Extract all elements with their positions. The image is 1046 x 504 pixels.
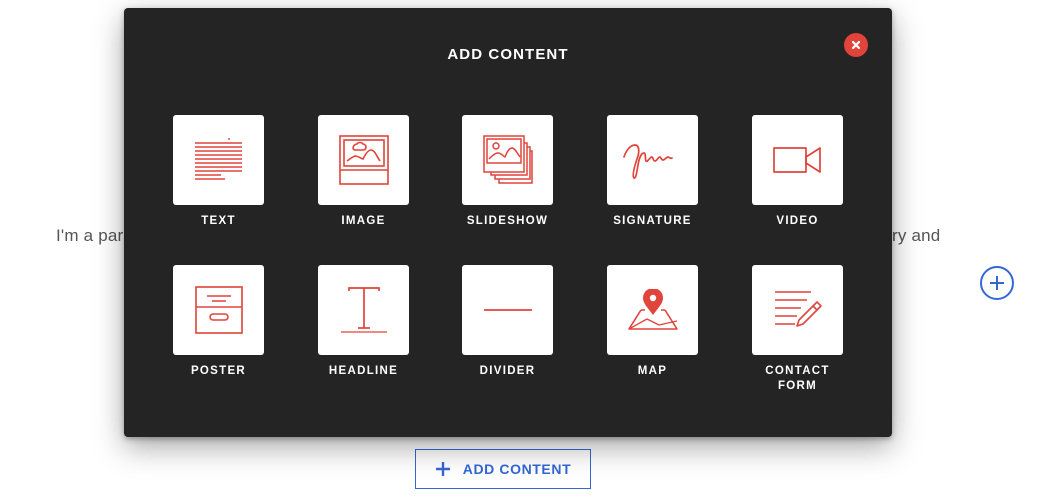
plus-icon: [990, 276, 1004, 290]
tile-slideshow[interactable]: SLIDESHOW: [462, 115, 553, 229]
tile-label: POSTER: [190, 365, 247, 377]
image-icon: [338, 135, 389, 185]
tile-contact-form[interactable]: CONTACT FORM: [752, 265, 843, 394]
close-icon: [851, 40, 861, 50]
tile-card[interactable]: [462, 115, 553, 205]
tile-card[interactable]: [752, 265, 843, 355]
add-content-modal: ADD CONTENT TEXT IMAGE SLIDESHOW SIGNATU…: [124, 8, 892, 437]
tile-video[interactable]: VIDEO: [752, 115, 843, 229]
tile-divider[interactable]: DIVIDER: [462, 265, 553, 379]
tile-label: CONTACT FORM: [765, 365, 830, 392]
background-paragraph-left: I'm a par: [56, 226, 124, 245]
tile-label: DIVIDER: [479, 365, 536, 377]
tile-label: VIDEO: [776, 215, 819, 227]
divider-icon: [483, 309, 532, 311]
signature-icon: [622, 144, 673, 179]
slideshow-icon: [482, 135, 533, 184]
tile-text[interactable]: TEXT: [173, 115, 264, 229]
tile-card[interactable]: [318, 265, 409, 355]
tile-card[interactable]: [318, 115, 409, 205]
plus-icon: [435, 462, 450, 476]
headline-icon: [340, 287, 387, 333]
map-icon: [627, 289, 678, 330]
background-paragraph-right: ry and: [892, 226, 941, 245]
add-content-button-label: ADD CONTENT: [462, 461, 572, 477]
tile-map[interactable]: MAP: [607, 265, 698, 379]
tile-label: SLIDESHOW: [466, 215, 549, 227]
tile-label: SIGNATURE: [613, 215, 692, 227]
close-button[interactable]: [844, 33, 868, 57]
tile-poster[interactable]: POSTER: [173, 265, 264, 379]
tile-signature[interactable]: SIGNATURE: [607, 115, 698, 229]
tile-headline[interactable]: HEADLINE: [318, 265, 409, 379]
poster-icon: [194, 286, 243, 334]
modal-title: ADD CONTENT: [447, 46, 569, 63]
add-section-button[interactable]: [980, 266, 1014, 300]
tile-label: HEADLINE: [328, 365, 399, 377]
tile-label: MAP: [637, 365, 668, 377]
tile-image[interactable]: IMAGE: [318, 115, 409, 229]
tile-label: IMAGE: [341, 215, 386, 227]
contact-form-icon: [774, 291, 822, 327]
tile-card[interactable]: [752, 115, 843, 205]
text-icon: [194, 138, 242, 180]
tile-card[interactable]: [173, 115, 264, 205]
video-icon: [772, 147, 821, 173]
tile-label: TEXT: [201, 215, 236, 227]
tile-card[interactable]: [462, 265, 553, 355]
tile-card[interactable]: [607, 115, 698, 205]
tile-card[interactable]: [173, 265, 264, 355]
add-content-button[interactable]: ADD CONTENT: [415, 449, 591, 489]
tile-card[interactable]: [607, 265, 698, 355]
